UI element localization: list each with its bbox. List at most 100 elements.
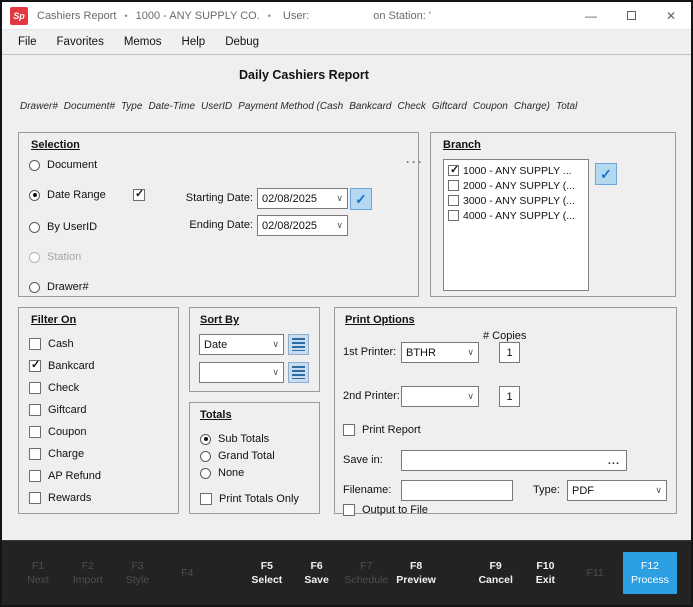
radio-label: None	[218, 467, 244, 479]
checkbox-icon	[29, 470, 41, 482]
menu-favorites[interactable]: Favorites	[47, 36, 114, 48]
checkbox-icon	[29, 338, 41, 350]
page-title: Daily Cashiers Report	[2, 68, 606, 82]
branch-item[interactable]: 3000 - ANY SUPPLY (...	[446, 193, 586, 208]
apply-date-button[interactable]: ✓	[350, 188, 372, 210]
fkey-f7-schedule: F7Schedule	[344, 559, 388, 587]
checkbox-icon	[448, 180, 459, 191]
fkey-f8-preview[interactable]: F8Preview	[394, 559, 438, 587]
save-in-input[interactable]: ...	[401, 450, 627, 471]
branch-item[interactable]: 1000 - ANY SUPPLY ...	[446, 163, 586, 178]
fkey-f5-select[interactable]: F5Select	[245, 559, 289, 587]
chevron-down-icon: ∨	[268, 339, 279, 350]
fkey-f9-cancel[interactable]: F9Cancel	[474, 559, 518, 587]
menu-help[interactable]: Help	[172, 36, 216, 48]
sort-secondary-list-button[interactable]	[288, 362, 309, 383]
branch-item-label: 4000 - ANY SUPPLY (...	[463, 210, 575, 222]
radio-icon	[29, 282, 40, 293]
filter-giftcard[interactable]: Giftcard	[29, 404, 87, 416]
selection-title: Selection	[31, 139, 80, 151]
totals-title: Totals	[200, 409, 232, 421]
cashiers-report-window: Sp Cashiers Report • 1000 - ANY SUPPLY C…	[0, 0, 693, 607]
radio-document[interactable]: Document	[29, 159, 97, 171]
maximize-icon[interactable]	[611, 2, 651, 30]
sort-primary-dropdown[interactable]: Date ∨	[199, 334, 284, 355]
menu-file[interactable]: File	[8, 36, 47, 48]
browse-ellipsis-button[interactable]: ...	[608, 455, 622, 467]
filter-charge[interactable]: Charge	[29, 448, 84, 460]
branch-item[interactable]: 4000 - ANY SUPPLY (...	[446, 208, 586, 223]
save-in-label: Save in:	[343, 454, 383, 466]
chevron-down-icon: ∨	[268, 367, 279, 378]
sort-primary-list-button[interactable]	[288, 334, 309, 355]
second-copies-input[interactable]	[499, 386, 520, 407]
legend-field: Charge)	[514, 101, 550, 112]
type-label: Type:	[533, 484, 560, 496]
radio-icon	[29, 222, 40, 233]
station-label: on Station: '	[373, 10, 431, 22]
ending-date-label: Ending Date:	[179, 219, 253, 231]
select-all-branches-button[interactable]: ✓	[595, 163, 617, 185]
menu-bar: File Favorites Memos Help Debug	[2, 30, 691, 55]
title-separator: •	[124, 11, 127, 21]
first-printer-dropdown[interactable]: BTHR ∨	[401, 342, 479, 363]
menu-debug[interactable]: Debug	[215, 36, 269, 48]
radio-icon	[29, 190, 40, 201]
checkbox-icon	[448, 165, 459, 176]
filter-cash[interactable]: Cash	[29, 338, 74, 350]
checkbox-icon	[448, 195, 459, 206]
fkey-f6-save[interactable]: F6Save	[295, 559, 339, 587]
fkey-f11: F11	[573, 566, 617, 580]
branch-item-label: 3000 - ANY SUPPLY (...	[463, 195, 575, 207]
radio-sub-totals[interactable]: Sub Totals	[200, 433, 269, 445]
close-icon[interactable]: ✕	[651, 2, 691, 30]
checkbox-label: Output to File	[362, 504, 428, 516]
starting-date-value: 02/08/2025	[262, 193, 317, 205]
radio-drawer[interactable]: Drawer#	[29, 281, 89, 293]
radio-date-range[interactable]: Date Range	[29, 189, 106, 201]
checkbox-label: Giftcard	[48, 404, 87, 416]
ending-date-value: 02/08/2025	[262, 220, 317, 232]
checkbox-icon	[29, 492, 41, 504]
radio-label: Date Range	[47, 189, 106, 201]
branch-item[interactable]: 2000 - ANY SUPPLY (...	[446, 178, 586, 193]
branch-list[interactable]: 1000 - ANY SUPPLY ... 2000 - ANY SUPPLY …	[443, 159, 589, 291]
starting-date-dropdown[interactable]: 02/08/2025 ∨	[257, 188, 348, 209]
filter-rewards[interactable]: Rewards	[29, 492, 91, 504]
splitter-dots: ···	[406, 155, 424, 169]
date-range-checkbox[interactable]	[133, 189, 145, 201]
filename-label: Filename:	[343, 484, 391, 496]
fkey-f10-exit[interactable]: F10Exit	[523, 559, 567, 587]
app-logo-icon: Sp	[10, 7, 28, 25]
chevron-down-icon: ∨	[463, 391, 474, 402]
radio-grand-total[interactable]: Grand Total	[200, 450, 275, 462]
title-separator: •	[268, 11, 271, 21]
type-dropdown[interactable]: PDF ∨	[567, 480, 667, 501]
ending-date-dropdown[interactable]: 02/08/2025 ∨	[257, 215, 348, 236]
radio-none[interactable]: None	[200, 467, 244, 479]
checkbox-label: Bankcard	[48, 360, 94, 372]
report-form: Daily Cashiers Report Drawer# Document# …	[2, 55, 691, 540]
second-printer-dropdown[interactable]: ∨	[401, 386, 479, 407]
first-copies-input[interactable]	[499, 342, 520, 363]
minimize-icon[interactable]: —	[571, 2, 611, 30]
filter-ap-refund[interactable]: AP Refund	[29, 470, 101, 482]
radio-label: By UserID	[47, 221, 97, 233]
window-controls: — ✕	[571, 2, 691, 30]
filter-groupbox: Filter On Cash Bankcard Check Giftcard C…	[18, 307, 179, 514]
radio-by-userid[interactable]: By UserID	[29, 221, 97, 233]
print-totals-only-checkbox[interactable]: Print Totals Only	[200, 493, 299, 505]
legend-field: Payment Method (Cash	[238, 101, 343, 112]
filter-title: Filter On	[31, 314, 76, 326]
filter-bankcard[interactable]: Bankcard	[29, 360, 94, 372]
list-icon	[292, 366, 305, 379]
branch-item-label: 2000 - ANY SUPPLY (...	[463, 180, 575, 192]
sort-secondary-dropdown[interactable]: ∨	[199, 362, 284, 383]
filename-input[interactable]	[401, 480, 513, 501]
output-to-file-checkbox[interactable]: Output to File	[343, 504, 428, 516]
print-report-checkbox[interactable]: Print Report	[343, 424, 421, 436]
filter-check[interactable]: Check	[29, 382, 79, 394]
fkey-f12-process[interactable]: F12Process	[623, 552, 677, 594]
menu-memos[interactable]: Memos	[114, 36, 172, 48]
filter-coupon[interactable]: Coupon	[29, 426, 87, 438]
